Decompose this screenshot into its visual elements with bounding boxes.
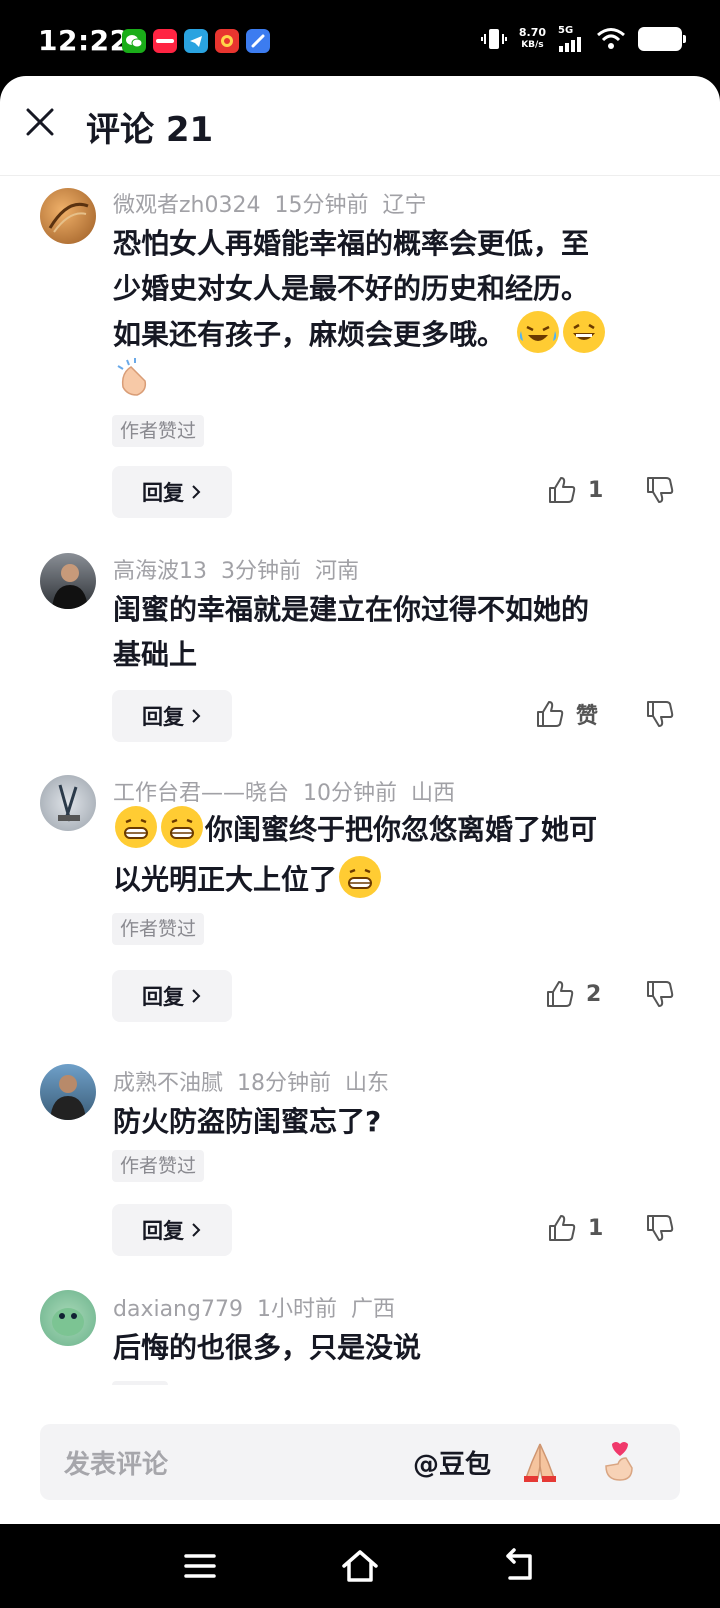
avatar[interactable] — [40, 1064, 96, 1120]
comment-time: 18分钟前 — [237, 1071, 332, 1096]
comment-meta: daxiang779 1小时前 广西 — [113, 1291, 409, 1323]
chevron-right-icon — [192, 485, 201, 499]
reply-button[interactable]: 回复 — [112, 466, 232, 518]
mention-doubao-button[interactable]: @豆包 — [413, 1444, 491, 1481]
status-time: 12:22 — [38, 24, 130, 57]
clapping-hands-emoji — [115, 357, 157, 399]
comment-location: 山西 — [411, 781, 456, 806]
reply-button[interactable]: 回复 — [112, 1204, 232, 1256]
comment-meta: 微观者zh0324 15分钟前 辽宁 — [113, 187, 441, 219]
thumbs-down-icon[interactable] — [644, 978, 676, 1010]
comment-location: 河南 — [315, 559, 360, 584]
comment-meta: 高海波13 3分钟前 河南 — [113, 553, 373, 585]
thumbs-up-icon — [549, 1215, 576, 1241]
comment-header: 评论 21 — [0, 76, 720, 176]
reply-button[interactable]: 回复 — [112, 690, 232, 742]
status-app-icons — [122, 29, 270, 53]
comment-list[interactable]: 微观者zh0324 15分钟前 辽宁 恐怕女人再婚能幸福的概率会更低，至 少婚史对女… — [0, 177, 720, 1385]
comment-item: 高海波13 3分钟前 河南 闺蜜的幸福就是建立在你过得不如她的 基础上 回复 赞 — [0, 543, 720, 765]
like-button[interactable]: 1 — [546, 1212, 603, 1244]
avatar[interactable] — [40, 553, 96, 609]
status-indicators: 8.70 KB/s 5G — [480, 26, 686, 52]
chevron-right-icon — [192, 1223, 201, 1237]
comment-location: 山东 — [345, 1071, 390, 1096]
author-liked-badge-partial — [112, 1381, 168, 1385]
notes-icon — [246, 29, 270, 53]
comment-text: 你闺蜜终于把你忽悠离婚了她可 以光明正大上位了 — [113, 805, 673, 905]
like-button[interactable]: 1 — [546, 474, 603, 506]
username[interactable]: 高海波13 — [113, 559, 207, 584]
close-icon[interactable] — [22, 104, 58, 140]
grimacing-emoji — [161, 806, 203, 848]
grinning-emoji — [562, 311, 605, 353]
avatar[interactable] — [40, 775, 96, 831]
comment-count-title: 评论 21 — [86, 110, 214, 150]
game-icon — [215, 29, 239, 53]
wifi-icon — [597, 28, 625, 49]
status-bar: 12:22 8.70 KB/s 5G — [0, 0, 720, 82]
home-icon[interactable] — [340, 1546, 380, 1586]
like-count: 1 — [588, 477, 604, 503]
username[interactable]: 工作台君——晓台 — [113, 781, 289, 806]
grimacing-emoji — [339, 856, 382, 898]
like-count: 赞 — [576, 704, 599, 729]
author-liked-badge: 作者赞过 — [112, 913, 205, 945]
username[interactable]: 微观者zh0324 — [113, 193, 260, 218]
comment-text: 防火防盗防闺蜜忘了? — [113, 1105, 382, 1138]
username[interactable]: 成熟不油腻 — [113, 1071, 223, 1096]
thumbs-down-icon[interactable] — [644, 698, 676, 730]
comment-time: 3分钟前 — [221, 559, 301, 584]
thumbs-down-icon[interactable] — [644, 474, 676, 506]
thumbs-up-icon — [547, 981, 574, 1007]
finger-heart-emoji[interactable] — [596, 1440, 640, 1484]
signal-icon — [559, 37, 581, 52]
author-liked-badge: 作者赞过 — [112, 415, 205, 447]
comment-time: 1小时前 — [256, 1297, 337, 1322]
battery-icon — [638, 27, 686, 51]
vibrate-icon — [480, 29, 507, 49]
comment-location: 广西 — [350, 1297, 395, 1322]
thumbs-up-icon — [537, 701, 564, 727]
avatar[interactable] — [40, 1290, 96, 1346]
comment-location: 辽宁 — [382, 193, 427, 218]
telegram-icon — [184, 29, 208, 53]
avatar[interactable] — [40, 188, 96, 244]
reply-button[interactable]: 回复 — [112, 970, 232, 1022]
menu-icon[interactable] — [180, 1546, 220, 1586]
folded-hands-emoji[interactable] — [518, 1440, 562, 1484]
comment-time: 10分钟前 — [303, 781, 398, 806]
thumbs-down-icon[interactable] — [644, 1212, 676, 1244]
crying-laughing-emoji — [516, 311, 559, 353]
comment-meta: 成熟不油腻 18分钟前 山东 — [113, 1065, 403, 1097]
signal-5g: 5G — [558, 26, 584, 52]
back-icon[interactable] — [500, 1546, 540, 1586]
like-count: 1 — [588, 1215, 604, 1241]
comment-input-placeholder: 发表评论 — [64, 1450, 169, 1480]
like-button[interactable]: 赞 — [534, 698, 598, 730]
comment-text: 后悔的也很多，只是没说 — [113, 1331, 422, 1364]
comment-item: 工作台君——晓台 10分钟前 山西 你闺蜜终于把你忽悠离婚了她可 以光明正大上位了 … — [0, 765, 720, 1055]
comment-sheet: 评论 21 微观者zh0324 15分钟前 辽宁 恐怕女人再婚能幸福的概率会更低，至… — [0, 76, 720, 1524]
like-button[interactable]: 2 — [544, 978, 601, 1010]
comment-time: 15分钟前 — [274, 193, 369, 218]
xiaohongshu-icon — [153, 29, 177, 53]
comment-text: 闺蜜的幸福就是建立在你过得不如她的 基础上 — [113, 593, 590, 671]
comment-text: 恐怕女人再婚能幸福的概率会更低，至 少婚史对女人是最不好的历史和经历。 如果还有… — [113, 221, 673, 403]
author-liked-badge: 作者赞过 — [112, 1150, 205, 1182]
chevron-right-icon — [192, 989, 201, 1003]
system-nav-bar — [0, 1524, 720, 1608]
comment-item: daxiang779 1小时前 广西 后悔的也很多，只是没说 — [0, 1281, 720, 1385]
wechat-icon — [122, 29, 146, 53]
comment-meta: 工作台君——晓台 10分钟前 山西 — [113, 775, 469, 807]
grimacing-emoji — [115, 806, 157, 848]
comment-item: 微观者zh0324 15分钟前 辽宁 恐怕女人再婚能幸福的概率会更低，至 少婚史对女… — [0, 177, 720, 543]
thumbs-up-icon — [549, 477, 576, 503]
chevron-right-icon — [192, 709, 201, 723]
username[interactable]: daxiang779 — [113, 1297, 243, 1322]
comment-input[interactable]: 发表评论 @豆包 — [40, 1424, 680, 1500]
like-count: 2 — [586, 981, 602, 1007]
net-speed: 8.70 KB/s — [518, 26, 546, 51]
comment-item: 成熟不油腻 18分钟前 山东 防火防盗防闺蜜忘了? 作者赞过 回复 1 — [0, 1055, 720, 1281]
